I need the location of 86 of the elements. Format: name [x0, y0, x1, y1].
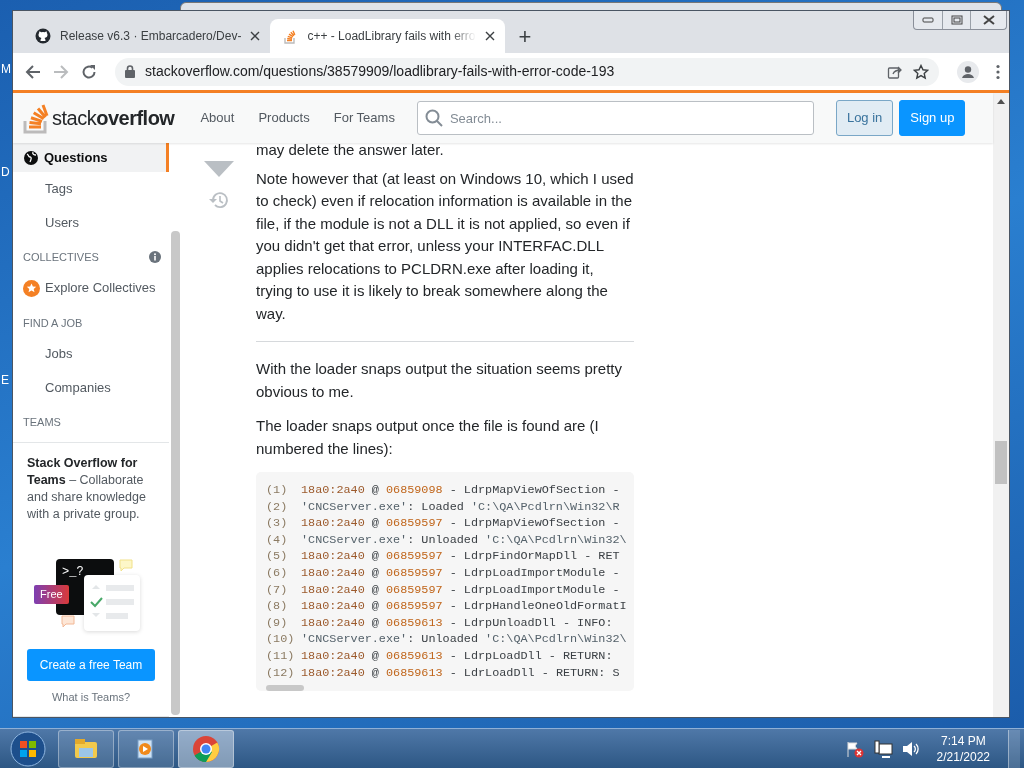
answer-text: The loader snaps output once the file is found are (I numbered the lines): [256, 416, 600, 459]
scroll-up-icon[interactable] [996, 97, 1006, 105]
search-field[interactable]: Search... [416, 101, 814, 135]
info-icon[interactable] [149, 251, 161, 264]
globe-icon [23, 149, 39, 166]
code-line: 18a0:2a40 @ 06859597 - LdrpMapViewOfSection - [301, 515, 620, 532]
star-icon[interactable] [913, 63, 929, 80]
close-icon[interactable] [250, 31, 261, 41]
browser-tab[interactable]: Release v6.3 · Embarcadero/Dev- [23, 19, 271, 53]
desktop-icon-label: E [1, 372, 9, 389]
show-desktop-button[interactable] [1008, 729, 1020, 768]
sidebar-heading: COLLECTIVES [23, 250, 99, 266]
github-logo-icon [35, 28, 51, 44]
code-line: 'CNCServer.exe': Unloaded 'C:\QA\Pcdlrn\Win32\ [301, 631, 627, 648]
back-arrow-icon[interactable] [25, 63, 41, 80]
line-number: (11) [266, 647, 296, 665]
minimize-icon[interactable] [922, 17, 934, 23]
free-badge: Free [34, 585, 69, 604]
line-number: (8) [266, 598, 289, 615]
clock[interactable]: 7:14 PM 2/21/2022 [936, 732, 990, 765]
taskbar-app-button[interactable] [178, 729, 234, 768]
line-number: (10) [266, 631, 296, 648]
nav-link[interactable]: Products [246, 102, 322, 134]
sidebar-item[interactable]: Explore Collectives [13, 271, 169, 305]
stack-logo-icon [23, 102, 49, 134]
code-line: 18a0:2a40 @ 06859597 - LdrpLoadImportModule - [301, 564, 620, 582]
speech-bubble-icon [61, 615, 75, 629]
new-tab-button[interactable]: + [518, 25, 532, 49]
answer-text: may delete the answer later. [256, 140, 445, 160]
horizontal-scrollbar-thumb[interactable] [266, 685, 304, 692]
code-line: 'CNCServer.exe': Loaded 'C:\QA\Pcdlrn\Win32\R [301, 498, 620, 516]
star-badge-icon [23, 279, 40, 297]
taskbar-app-button[interactable] [118, 729, 174, 768]
line-number: (7) [266, 581, 289, 599]
code-line: 18a0:2a40 @ 06859613 - LdrpUnloadDll - INFO: [301, 614, 613, 632]
line-number: (4) [266, 531, 289, 549]
speech-bubble-icon [119, 559, 133, 573]
maximize-icon[interactable] [950, 15, 963, 25]
line-number: (9) [266, 614, 289, 632]
start-orb-icon[interactable] [10, 730, 46, 767]
more-menu-icon[interactable] [995, 63, 1001, 80]
sidebar-scrollbar-thumb[interactable] [170, 231, 180, 715]
line-number: (2) [266, 498, 289, 516]
sidebar-item[interactable]: Jobs [13, 337, 169, 371]
reload-icon[interactable] [81, 63, 97, 80]
nav-link[interactable]: About [188, 102, 247, 134]
desktop-icon-label: D [1, 164, 10, 181]
chrome-logo-icon [192, 734, 220, 763]
line-number: (1) [266, 482, 289, 499]
sidebar-heading: TEAMS [23, 414, 61, 430]
line-number: (6) [266, 564, 289, 582]
answer-text: Note however that (at least on Windows 10, which I used to check) even if relocation information is available in the file, if the module is not a DLL it is not applied, so even if you didn't get that error, unless your INTERFAC.DLL applies relocations to PCLDRN.exe after loading it, trying to use it is likely to break somewhere along the way. [256, 168, 634, 324]
sidebar-item[interactable]: Users [13, 205, 169, 240]
network-icon[interactable] [872, 739, 893, 758]
address-bar[interactable]: stackoverflow.com/questions/38579909/loadlibrary-fails-with-error-code-193 [115, 57, 939, 86]
code-line: 18a0:2a40 @ 06859613 - LdrLoadDll - RETURN: S [301, 664, 620, 682]
sidebar-heading: FIND A JOB [23, 315, 83, 331]
code-line: 18a0:2a40 @ 06859597 - LdrpHandleOneOldFormatI [301, 598, 627, 615]
lock-icon [125, 65, 135, 78]
code-line: 18a0:2a40 @ 06859597 - LdrpLoadImportModule - [301, 581, 620, 599]
flag-icon[interactable] [844, 739, 865, 758]
line-number: (3) [266, 515, 289, 532]
close-icon[interactable] [484, 31, 495, 41]
nav-link[interactable]: For Teams [321, 102, 407, 134]
line-number: (12) [266, 664, 296, 682]
taskbar-app-button[interactable] [58, 729, 114, 768]
checklist-card [84, 575, 140, 632]
code-line: 18a0:2a40 @ 06859098 - LdrpMapViewOfSection - [301, 482, 620, 499]
search-icon [424, 109, 443, 127]
code-line: 18a0:2a40 @ 06859597 - LdrpFindOrMapDll - RET [301, 548, 620, 565]
log-in-button[interactable]: Log in [835, 100, 894, 136]
page-scrollbar-thumb[interactable] [995, 441, 1007, 484]
profile-avatar-icon[interactable] [957, 60, 979, 83]
code-line: 18a0:2a40 @ 06859613 - LdrpLoadDll - RETURN: [301, 647, 613, 665]
teams-promo-text: Stack Overflow for Teams – Collaborate and share knowledge with a private group. [27, 455, 147, 524]
sidebar-item[interactable]: Tags [13, 172, 169, 206]
sidebar-item[interactable]: Companies [13, 370, 169, 404]
teams-link[interactable]: What is Teams? [27, 689, 155, 706]
close-icon[interactable] [982, 15, 995, 25]
answer-text: With the loader snaps output the situation seems pretty obvious to me. [256, 359, 624, 402]
site-logo[interactable]: stackoverflow [23, 102, 175, 134]
code-line: 'CNCServer.exe': Unloaded 'C:\QA\Pcdlrn\Win32\ [301, 531, 627, 549]
sidebar-item[interactable]: Questions [13, 143, 169, 173]
line-number: (5) [266, 548, 289, 565]
speaker-icon[interactable] [900, 739, 921, 758]
desktop-icon-label: M [1, 61, 11, 78]
